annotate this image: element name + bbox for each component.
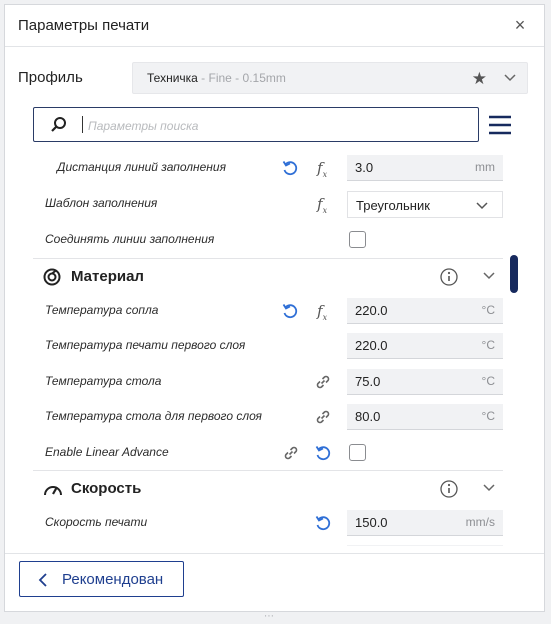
setting-row-nozzle-temp: Температура сопла fx 220.0 °C [33,294,503,328]
text-cursor [82,116,83,133]
recommended-button[interactable]: Рекомендован [19,561,184,597]
footer-divider [5,553,544,554]
search-box[interactable] [33,107,479,142]
field-value: 220.0 [355,338,388,353]
setting-row-infill-distance: Дистанция линий заполнения fx 3.0 mm [33,151,503,185]
reset-icon[interactable] [281,302,299,320]
section-title: Скорость [71,480,142,497]
nozzle-temp-field[interactable]: 220.0 °C [347,298,503,324]
setting-row-bed-temp: Температура стола 75.0 °C [33,365,503,399]
setting-row-linear-advance: Enable Linear Advance [33,436,503,470]
menu-icon[interactable] [489,115,511,135]
setting-label: Соединять линии заполнения [45,232,215,246]
link-icon[interactable] [314,373,332,391]
info-icon[interactable] [440,268,458,286]
chevron-down-icon[interactable] [504,73,516,83]
profile-label: Профиль [18,69,83,86]
setting-row-initial-layer-temp: Температура печати первого слоя 220.0 °C [33,329,503,363]
function-icon[interactable]: fx [317,195,335,215]
initial-layer-temp-field[interactable]: 220.0 °C [347,333,503,359]
select-value: Треугольник [356,198,430,213]
setting-row-connect-infill: Соединять линии заполнения [33,223,503,257]
scrollbar-handle[interactable] [510,255,518,293]
setting-row-print-speed: Скорость печати 150.0 mm/s [33,506,503,540]
field-value: 220.0 [355,303,388,318]
close-icon[interactable]: × [510,15,530,35]
field-value: 150.0 [355,515,388,530]
setting-label: Температура печати первого слоя [45,338,246,352]
reset-icon[interactable] [281,159,299,177]
chevron-down-icon [476,202,488,210]
field-unit: mm [475,160,495,174]
infill-distance-field[interactable]: 3.0 mm [347,155,503,181]
search-input[interactable] [86,115,470,137]
panel-title: Параметры печати [18,17,150,34]
setting-row-infill-pattern: Шаблон заполнения fx Треугольник [33,187,503,221]
resize-grip-icon[interactable]: ⋯ [264,611,275,622]
setting-row-bed-temp-initial: Температура стола для первого слоя 80.0 … [33,400,503,434]
field-value: 80.0 [355,409,381,424]
profile-detail: - Fine - 0.15mm [197,71,286,85]
link-icon[interactable] [314,408,332,426]
chevron-down-icon[interactable] [483,483,495,493]
setting-label: Enable Linear Advance [45,445,169,459]
profile-selector[interactable]: Техничка - Fine - 0.15mm ★ [132,62,528,94]
field-value: 75.0 [355,374,381,389]
setting-label: Температура стола [45,374,162,388]
setting-label: Скорость печати [45,515,148,529]
bed-temp-field[interactable]: 75.0 °C [347,369,503,395]
function-icon[interactable]: fx [317,302,335,322]
print-speed-field[interactable]: 150.0 mm/s [347,510,503,536]
partial-field[interactable] [347,545,503,546]
bed-temp-initial-field[interactable]: 80.0 °C [347,404,503,430]
setting-row-partial [33,541,503,546]
setting-label: Дистанция линий заполнения [57,160,226,174]
reset-icon[interactable] [314,444,332,462]
field-unit: °C [481,303,495,317]
setting-label: Шаблон заполнения [45,196,158,210]
setting-label: Температура стола для первого слоя [45,409,262,423]
reset-icon[interactable] [314,514,332,532]
speedometer-icon [44,486,62,496]
field-value: 3.0 [355,160,374,175]
settings-list[interactable]: Дистанция линий заполнения fx 3.0 mm Шаб… [33,150,503,546]
infill-pattern-select[interactable]: Треугольник [347,191,503,218]
setting-label: Температура сопла [45,303,159,317]
field-unit: °C [481,374,495,388]
section-title: Материал [71,268,144,285]
field-unit: mm/s [465,515,495,529]
link-icon[interactable] [282,444,300,462]
search-icon [51,117,66,132]
section-speed[interactable]: Скорость [33,470,503,506]
chevron-left-icon [38,573,47,587]
function-icon[interactable]: fx [317,159,335,179]
star-icon[interactable]: ★ [472,69,487,89]
chevron-down-icon[interactable] [483,271,495,281]
section-material[interactable]: Материал [33,258,503,294]
connect-infill-checkbox[interactable] [349,231,366,248]
title-bar: Параметры печати × [5,5,544,47]
field-unit: °C [481,338,495,352]
print-settings-panel: Параметры печати × Профиль Техничка - Fi… [4,4,545,612]
profile-name: Техничка - Fine - 0.15mm [147,71,286,85]
info-icon[interactable] [440,480,458,498]
material-icon [43,268,61,286]
recommended-label: Рекомендован [62,571,164,588]
linear-advance-checkbox[interactable] [349,444,366,461]
field-unit: °C [481,409,495,423]
